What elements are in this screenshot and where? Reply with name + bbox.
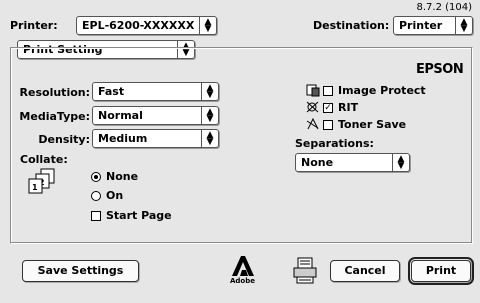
- destination-popup[interactable]: Printer ▲ ▼: [393, 16, 473, 35]
- destination-value: Printer: [399, 19, 443, 32]
- printer-popup[interactable]: EPL-6200-XXXXXX ▲ ▼: [76, 16, 217, 35]
- adobe-text: Adobe: [230, 277, 255, 285]
- start-page-label: Start Page: [106, 209, 172, 222]
- separations-popup[interactable]: None ▲ ▼: [295, 153, 410, 172]
- density-popup[interactable]: Medium ▲ ▼: [92, 129, 219, 148]
- collate-on-radio[interactable]: [91, 191, 101, 201]
- density-value: Medium: [98, 132, 148, 145]
- up-down-arrow-icon: ▲ ▼: [201, 107, 218, 124]
- printer-value: EPL-6200-XXXXXX: [82, 19, 195, 32]
- rit-icon: [306, 101, 319, 113]
- separations-label: Separations:: [295, 137, 374, 150]
- up-down-arrow-icon: ▲ ▼: [201, 83, 218, 100]
- printer-label: Printer:: [10, 19, 58, 32]
- media-type-popup[interactable]: Normal ▲ ▼: [92, 106, 219, 125]
- version-label: 8.7.2 (104): [416, 2, 472, 13]
- print-button[interactable]: Print: [408, 257, 474, 285]
- media-type-value: Normal: [98, 109, 143, 122]
- adobe-logo: Adobe: [230, 254, 256, 290]
- media-type-label: MediaType:: [19, 110, 90, 123]
- up-down-arrow-icon: ▲ ▼: [199, 17, 216, 34]
- image-protect-icon: [306, 84, 320, 97]
- image-protect-label: Image Protect: [338, 84, 426, 97]
- image-protect-checkbox[interactable]: [323, 86, 333, 96]
- resolution-value: Fast: [98, 85, 125, 98]
- cancel-button[interactable]: Cancel: [330, 260, 400, 282]
- toner-save-icon: [306, 117, 319, 130]
- density-label: Density:: [38, 133, 90, 146]
- separations-value: None: [301, 156, 334, 169]
- collate-none-label: None: [106, 170, 139, 183]
- toner-save-label: Toner Save: [338, 118, 407, 131]
- svg-text:1: 1: [32, 183, 38, 192]
- up-down-arrow-icon: ▲ ▼: [455, 17, 472, 34]
- collate-pages-icon: 3 2 1: [28, 168, 55, 194]
- printer-icon: [293, 257, 317, 284]
- epson-logo: EPSON: [416, 62, 464, 77]
- toner-save-checkbox[interactable]: [323, 120, 333, 130]
- destination-label: Destination:: [313, 19, 390, 32]
- collate-none-radio[interactable]: [91, 172, 101, 182]
- up-down-arrow-icon: ▲ ▼: [201, 130, 218, 147]
- collate-on-label: On: [106, 189, 124, 202]
- adobe-a-icon: [232, 256, 254, 276]
- rit-label: RIT: [338, 101, 359, 114]
- up-down-arrow-icon: ▲ ▼: [392, 154, 409, 171]
- start-page-checkbox[interactable]: [91, 211, 101, 221]
- collate-label: Collate:: [20, 153, 68, 166]
- save-settings-button[interactable]: Save Settings: [22, 260, 139, 282]
- resolution-label: Resolution:: [19, 86, 90, 99]
- rit-checkbox[interactable]: ✓: [323, 103, 333, 113]
- resolution-popup[interactable]: Fast ▲ ▼: [92, 82, 219, 101]
